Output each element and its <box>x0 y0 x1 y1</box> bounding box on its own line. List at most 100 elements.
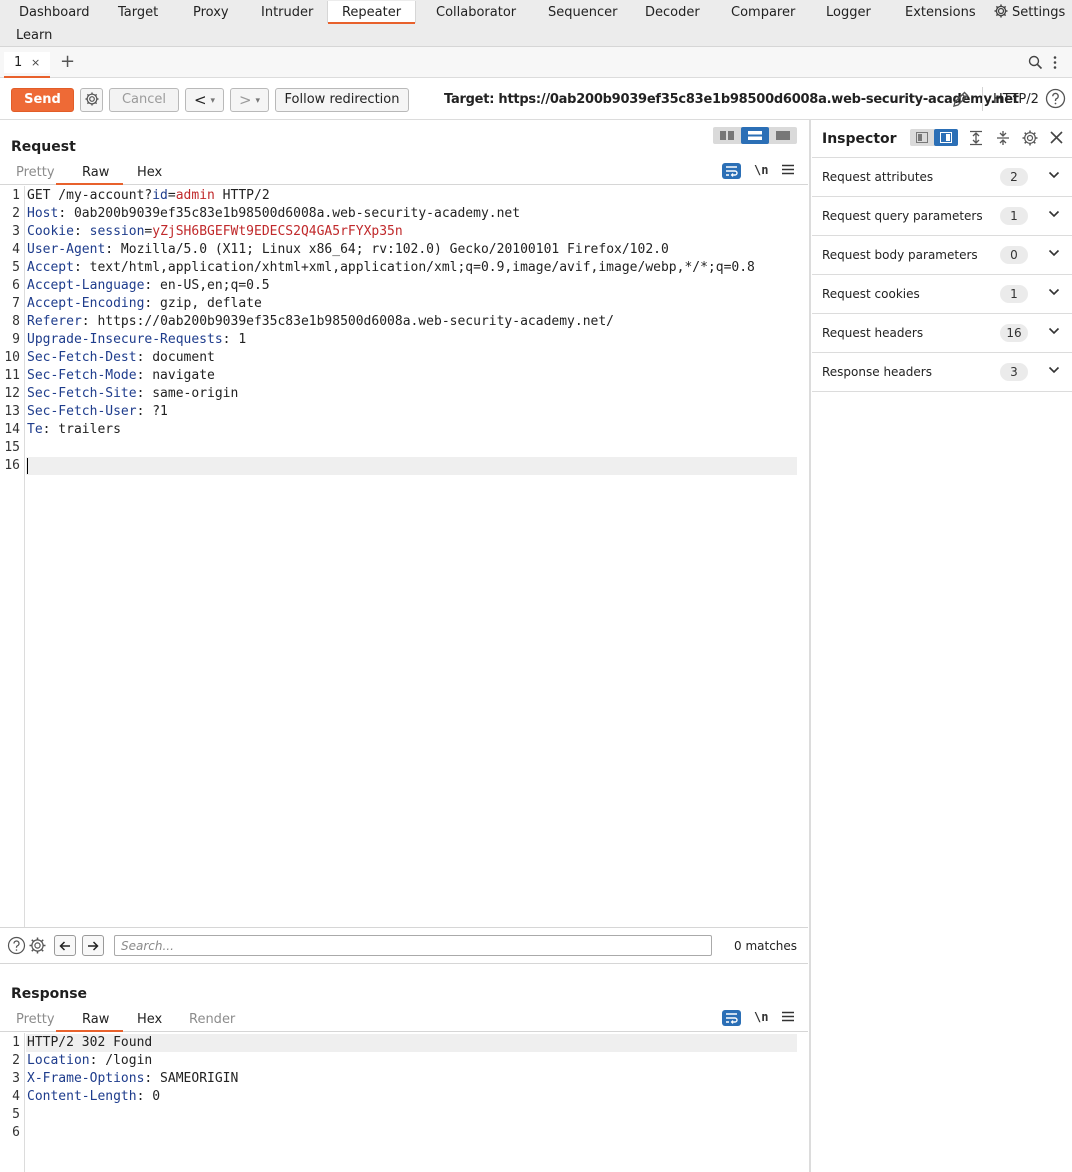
inspector-section[interactable]: Request query parameters 1 <box>812 197 1072 236</box>
kebab-menu-icon[interactable] <box>1052 55 1058 70</box>
line-number: 9 <box>12 332 20 347</box>
nav-collaborator[interactable]: Collaborator <box>436 1 516 23</box>
tab-hex[interactable]: Hex <box>137 165 162 180</box>
layout-stacked-button[interactable] <box>741 127 769 144</box>
nav-logger[interactable]: Logger <box>826 1 871 23</box>
tab-pretty[interactable]: Pretty <box>16 1012 55 1027</box>
code-token: : text/html,application/xhtml+xml,applic… <box>73 260 755 275</box>
hamburger-menu-icon[interactable] <box>782 164 794 175</box>
nav-dashboard[interactable]: Dashboard <box>19 1 90 23</box>
layout-tabs-button[interactable] <box>769 127 797 144</box>
code-token: : 1 <box>222 332 247 347</box>
gear-icon[interactable] <box>28 936 47 955</box>
show-newlines-toggle[interactable]: \n <box>754 163 768 177</box>
nav-decoder[interactable]: Decoder <box>645 1 700 23</box>
code-line: 15 <box>0 439 808 457</box>
hamburger-menu-icon[interactable] <box>782 1011 794 1022</box>
code-line: 6 <box>0 1124 808 1142</box>
nav-target[interactable]: Target <box>118 1 158 23</box>
layout-side-by-side-button[interactable] <box>713 127 741 144</box>
word-wrap-icon[interactable] <box>722 1010 741 1026</box>
inspector-layout-a-button[interactable] <box>910 129 934 146</box>
code-text: Sec-Fetch-Site: same-origin <box>27 385 238 403</box>
send-options-button[interactable] <box>80 88 103 112</box>
tab-raw[interactable]: Raw <box>55 1012 124 1032</box>
code-token: : Mozilla/5.0 (X11; Linux x86_64; rv:102… <box>105 242 669 257</box>
nav-proxy[interactable]: Proxy <box>193 1 229 23</box>
chevron-down-icon[interactable] <box>1048 249 1060 257</box>
expand-all-icon[interactable] <box>968 130 984 146</box>
chevron-down-icon[interactable] <box>1048 171 1060 179</box>
gear-icon[interactable] <box>1021 129 1039 147</box>
repeater-tab-1[interactable]: 1 × <box>4 52 50 78</box>
inspector-section[interactable]: Request attributes 2 <box>812 158 1072 197</box>
tab-hex[interactable]: Hex <box>137 1012 162 1027</box>
line-number: 5 <box>12 260 20 275</box>
count-badge: 1 <box>1000 285 1028 303</box>
inspector-layout-b-button[interactable] <box>934 129 958 146</box>
request-search-bar: 0 matches <box>0 927 808 964</box>
show-newlines-toggle[interactable]: \n <box>754 1010 768 1024</box>
code-text: Sec-Fetch-Mode: navigate <box>27 367 215 385</box>
http-version-selector[interactable]: HTTP/2 <box>993 92 1039 107</box>
header-name: Content-Length <box>27 1089 137 1104</box>
add-tab-button[interactable]: + <box>60 51 75 73</box>
history-back-button[interactable]: < ▾ <box>185 88 224 112</box>
inspector-section[interactable]: Request cookies 1 <box>812 275 1072 314</box>
header-name: X-Frame-Options <box>27 1071 145 1086</box>
request-editor[interactable]: 1 GET /my-account?id=admin HTTP/2 2 Host: 0… <box>0 186 808 927</box>
line-number: 6 <box>12 1125 20 1140</box>
inspector-section[interactable]: Request headers 16 <box>812 314 1072 353</box>
nav-settings[interactable]: Settings <box>993 1 1065 23</box>
nav-sequencer[interactable]: Sequencer <box>548 1 617 23</box>
header-name: Sec-Fetch-Dest <box>27 350 137 365</box>
search-icon[interactable] <box>1028 55 1043 70</box>
cancel-button[interactable]: Cancel <box>109 88 179 112</box>
line-number: 7 <box>12 296 20 311</box>
tab-render[interactable]: Render <box>189 1012 235 1027</box>
next-match-button[interactable] <box>82 935 104 956</box>
code-text: Sec-Fetch-Dest: document <box>27 349 215 367</box>
inspector-section[interactable]: Request body parameters 0 <box>812 236 1072 275</box>
chevron-down-icon[interactable] <box>1048 288 1060 296</box>
history-forward-button[interactable]: > ▾ <box>230 88 269 112</box>
response-editor[interactable]: 1 HTTP/2 302 Found 2 Location: /login 3 X-Fra… <box>0 1033 808 1172</box>
tab-pretty[interactable]: Pretty <box>16 165 55 180</box>
code-text: X-Frame-Options: SAMEORIGIN <box>27 1070 238 1088</box>
follow-redirection-button[interactable]: Follow redirection <box>275 88 409 112</box>
chevron-down-icon[interactable] <box>1048 327 1060 335</box>
search-input[interactable] <box>114 935 712 956</box>
word-wrap-icon[interactable] <box>722 163 741 179</box>
close-icon[interactable] <box>1049 130 1064 145</box>
code-line: 6 Accept-Language: en-US,en;q=0.5 <box>0 277 808 295</box>
close-tab-icon[interactable]: × <box>31 52 40 73</box>
section-label: Request query parameters <box>822 209 983 223</box>
pencil-icon[interactable] <box>951 89 971 109</box>
help-icon[interactable] <box>1045 88 1066 109</box>
help-icon[interactable] <box>7 936 26 955</box>
code-token: : 0 <box>136 1089 161 1104</box>
tab-label: 1 <box>14 55 23 70</box>
code-token: : gzip, deflate <box>144 296 262 311</box>
chevron-down-icon[interactable] <box>1048 366 1060 374</box>
tab-raw[interactable]: Raw <box>55 165 124 185</box>
inspector-splitter[interactable] <box>809 120 811 1172</box>
collapse-all-icon[interactable] <box>995 130 1011 146</box>
send-button[interactable]: Send <box>11 88 74 112</box>
code-line: 13 Sec-Fetch-User: ?1 <box>0 403 808 421</box>
line-number: 2 <box>12 1053 20 1068</box>
previous-match-button[interactable] <box>54 935 76 956</box>
nav-extensions[interactable]: Extensions <box>905 1 976 23</box>
nav-intruder[interactable]: Intruder <box>261 1 313 23</box>
chevron-down-icon[interactable] <box>1048 210 1060 218</box>
inspector-section[interactable]: Response headers 3 <box>812 353 1072 392</box>
line-number: 8 <box>12 314 20 329</box>
chevron-down-icon[interactable]: ▾ <box>211 96 216 106</box>
arrow-left-icon <box>59 941 70 951</box>
chevron-down-icon[interactable]: ▾ <box>256 96 261 106</box>
nav-repeater[interactable]: Repeater <box>327 1 416 24</box>
nav-comparer[interactable]: Comparer <box>731 1 795 23</box>
header-name: Host <box>27 206 59 221</box>
nav-learn[interactable]: Learn <box>16 24 52 46</box>
code-line: 10 Sec-Fetch-Dest: document <box>0 349 808 367</box>
